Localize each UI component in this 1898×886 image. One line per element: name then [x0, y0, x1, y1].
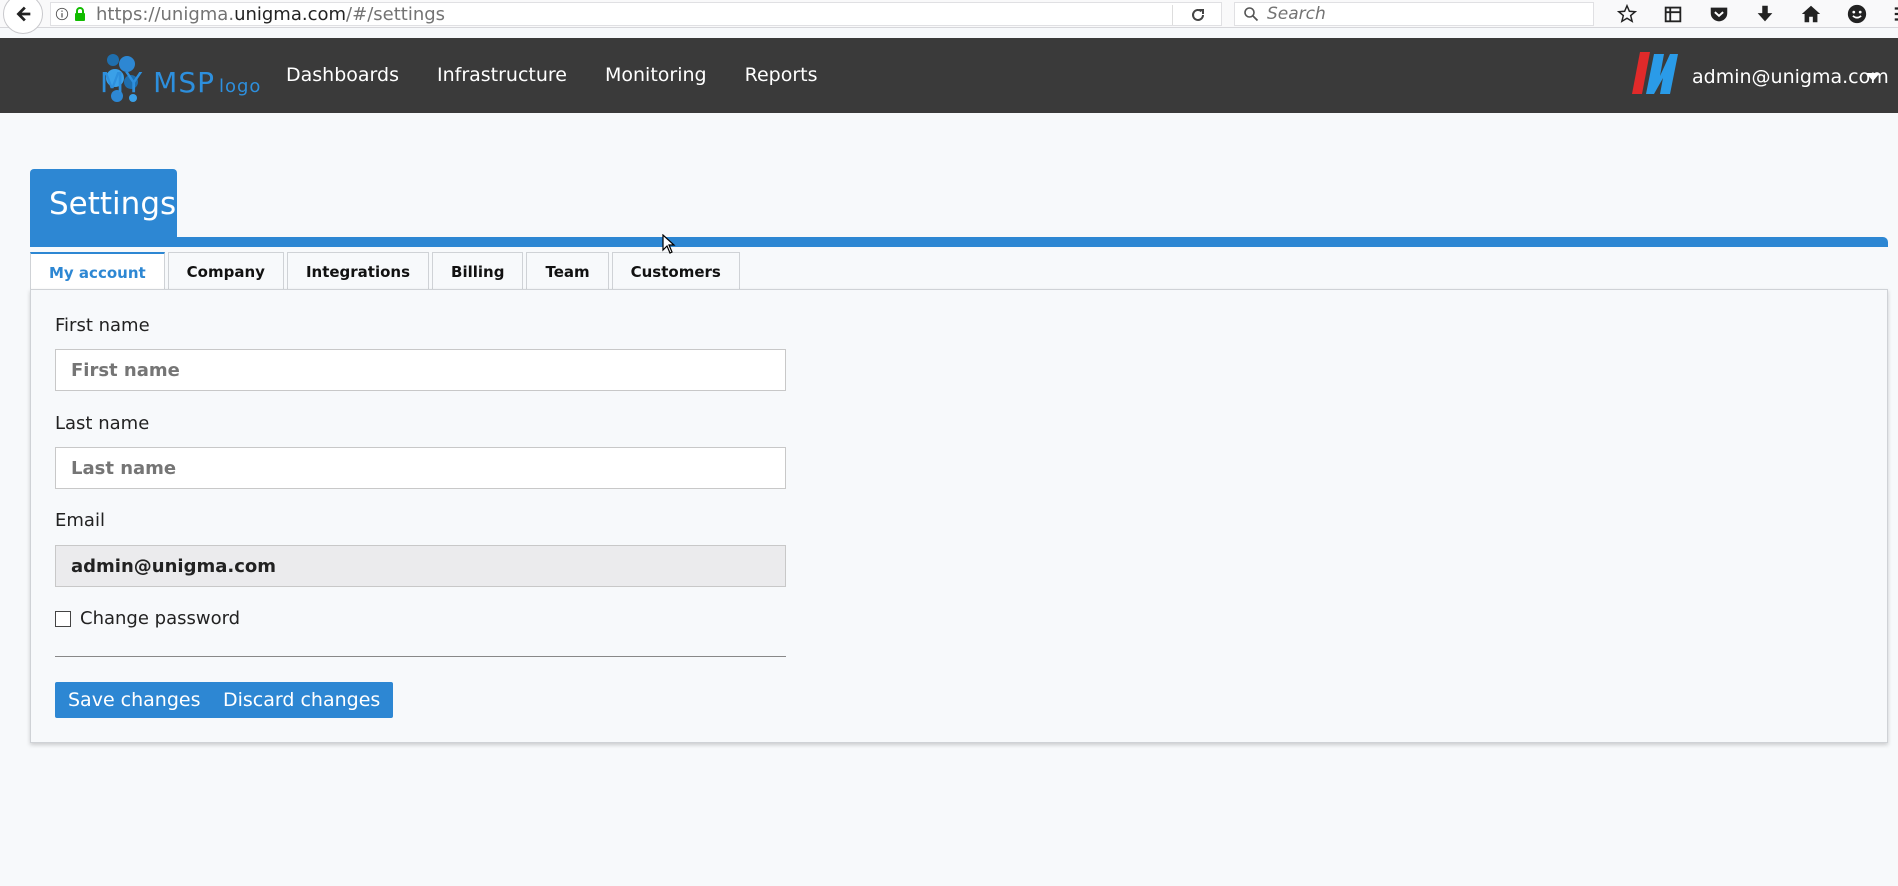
page-title: Settings [49, 186, 177, 222]
company-logo-icon [1632, 52, 1678, 94]
download-icon [1757, 5, 1773, 22]
tab-team[interactable]: Team [526, 252, 609, 290]
pocket-button[interactable] [1696, 0, 1742, 28]
last-name-label: Last name [55, 413, 150, 434]
logo-text[interactable]: MY MSP logo [100, 66, 261, 99]
reading-list-button[interactable] [1650, 0, 1696, 28]
browser-search-input[interactable]: Search [1234, 2, 1594, 26]
smiley-icon [1847, 4, 1867, 24]
back-button[interactable] [3, 0, 43, 34]
tab-company[interactable]: Company [167, 252, 284, 290]
arrow-left-icon [16, 6, 31, 22]
search-placeholder: Search [1267, 4, 1326, 24]
home-button[interactable] [1788, 0, 1834, 28]
discard-changes-button[interactable]: Discard changes [210, 682, 394, 718]
settings-tabs: My account Company Integrations Billing … [30, 252, 740, 291]
nav-dashboards[interactable]: Dashboards [286, 64, 399, 86]
first-name-field[interactable] [55, 349, 786, 391]
url-text: https://unigma.unigma.com/#/settings [96, 3, 446, 25]
nav-infrastructure[interactable]: Infrastructure [437, 64, 567, 86]
star-icon [1616, 3, 1638, 23]
downloads-button[interactable] [1742, 0, 1788, 28]
change-password-label[interactable]: Change password [80, 608, 240, 629]
browser-toolbar: https://unigma.unigma.com/#/settings Sea… [0, 0, 1898, 34]
tab-my-account[interactable]: My account [30, 252, 165, 291]
change-password-checkbox[interactable] [55, 611, 71, 627]
first-name-label: First name [55, 315, 150, 336]
last-name-field[interactable] [55, 447, 786, 489]
info-icon[interactable] [55, 7, 69, 21]
search-icon [1244, 7, 1259, 22]
form-divider [55, 656, 786, 657]
nav-monitoring[interactable]: Monitoring [605, 64, 707, 86]
bookmark-star-button[interactable] [1604, 0, 1650, 28]
email-label: Email [55, 510, 105, 531]
save-changes-button[interactable]: Save changes [55, 682, 214, 718]
url-separator [1172, 5, 1173, 25]
mouse-cursor-icon [662, 234, 676, 254]
tab-customers[interactable]: Customers [611, 252, 740, 290]
url-bar[interactable]: https://unigma.unigma.com/#/settings [50, 2, 1222, 26]
menu-button[interactable] [1880, 0, 1898, 28]
header-accent-bar [30, 237, 1888, 247]
user-menu[interactable]: admin@unigma.com [1692, 66, 1889, 88]
hamburger-icon [1894, 7, 1898, 21]
browser-toolbar-icons [1604, 0, 1898, 28]
caret-down-icon[interactable] [1866, 73, 1880, 81]
email-field[interactable] [55, 545, 786, 587]
main-nav: Dashboards Infrastructure Monitoring Rep… [286, 64, 818, 86]
home-icon [1801, 5, 1821, 23]
library-icon [1664, 6, 1682, 23]
lock-icon [75, 7, 85, 21]
tab-billing[interactable]: Billing [432, 252, 524, 290]
tab-integrations[interactable]: Integrations [286, 252, 430, 290]
reload-icon[interactable] [1189, 6, 1207, 24]
feedback-button[interactable] [1834, 0, 1880, 28]
app-navbar: MY MSP logo Dashboards Infrastructure Mon… [0, 38, 1898, 113]
pocket-icon [1710, 7, 1728, 22]
nav-reports[interactable]: Reports [745, 64, 818, 86]
